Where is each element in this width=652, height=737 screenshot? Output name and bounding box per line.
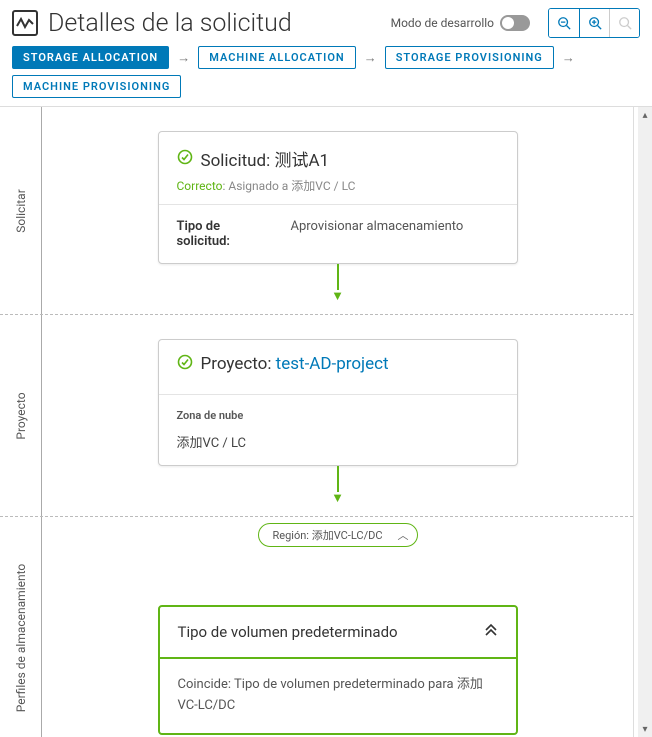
- dev-mode-toggle[interactable]: [500, 15, 530, 31]
- region-pill-label: Región: 添加VC-LC/DC: [273, 529, 383, 542]
- dev-mode-label: Modo de desarrollo: [391, 16, 494, 30]
- section-label-solicitar: Solicitar: [14, 189, 28, 233]
- arrow-down-icon: ▼: [331, 288, 344, 304]
- volume-card-detail: Coincide: Tipo de volumen predeterminado…: [160, 659, 516, 733]
- zoom-in-button[interactable]: [579, 9, 609, 37]
- connector-line: [337, 466, 339, 492]
- chevron-right-icon: →: [560, 50, 577, 66]
- request-type-value: Aprovisionar almacenamiento: [291, 219, 464, 249]
- crumb-machine-allocation[interactable]: MACHINE ALLOCATION: [198, 46, 355, 69]
- volume-type-card[interactable]: Tipo de volumen predeterminado Coincide:…: [158, 605, 518, 735]
- project-card-title: Proyecto: test-AD-project: [201, 354, 389, 374]
- check-circle-icon: [177, 149, 193, 169]
- breadcrumb: STORAGE ALLOCATION → MACHINE ALLOCATION …: [0, 42, 652, 106]
- section-label-perfiles: Perfiles de almacenamiento: [14, 564, 28, 713]
- crumb-storage-provisioning[interactable]: STORAGE PROVISIONING: [385, 46, 554, 69]
- project-card[interactable]: Proyecto: test-AD-project Zona de nube 添…: [158, 339, 518, 466]
- crumb-storage-allocation[interactable]: STORAGE ALLOCATION: [12, 46, 169, 69]
- request-card[interactable]: Solicitud: 测试A1 Correcto: Asignado a 添加V…: [158, 131, 518, 264]
- chevron-right-icon: →: [175, 50, 192, 66]
- zoom-out-button[interactable]: [549, 9, 579, 37]
- page-title: Detalles de la solicitud: [48, 9, 292, 38]
- vertical-scrollbar[interactable]: ▴ ▾: [638, 107, 652, 737]
- chevron-up-icon: ︿: [398, 527, 409, 543]
- arrow-down-icon: ▼: [331, 490, 344, 506]
- cloud-zone-label: Zona de nube: [177, 409, 499, 422]
- request-status: Correcto: Asignado a 添加VC / LC: [177, 177, 499, 194]
- volume-card-title: Tipo de volumen predeterminado: [178, 623, 398, 641]
- chevron-right-icon: →: [362, 50, 379, 66]
- request-type-label: Tipo de solicitud:: [177, 219, 267, 249]
- request-card-title: Solicitud: 测试A1: [201, 146, 330, 171]
- chart-wave-icon: [12, 10, 38, 36]
- zoom-reset-button: [609, 9, 639, 37]
- crumb-machine-provisioning[interactable]: MACHINE PROVISIONING: [12, 75, 181, 98]
- scroll-down-arrow[interactable]: ▾: [638, 721, 652, 737]
- double-chevron-up-icon: [484, 623, 498, 641]
- cloud-zone-value: 添加VC / LC: [177, 432, 499, 451]
- region-pill[interactable]: Región: 添加VC-LC/DC ︿: [258, 523, 418, 547]
- check-circle-icon: [177, 354, 193, 374]
- section-label-proyecto: Proyecto: [14, 392, 28, 439]
- scroll-up-arrow[interactable]: ▴: [638, 107, 652, 123]
- connector-line: [337, 264, 339, 290]
